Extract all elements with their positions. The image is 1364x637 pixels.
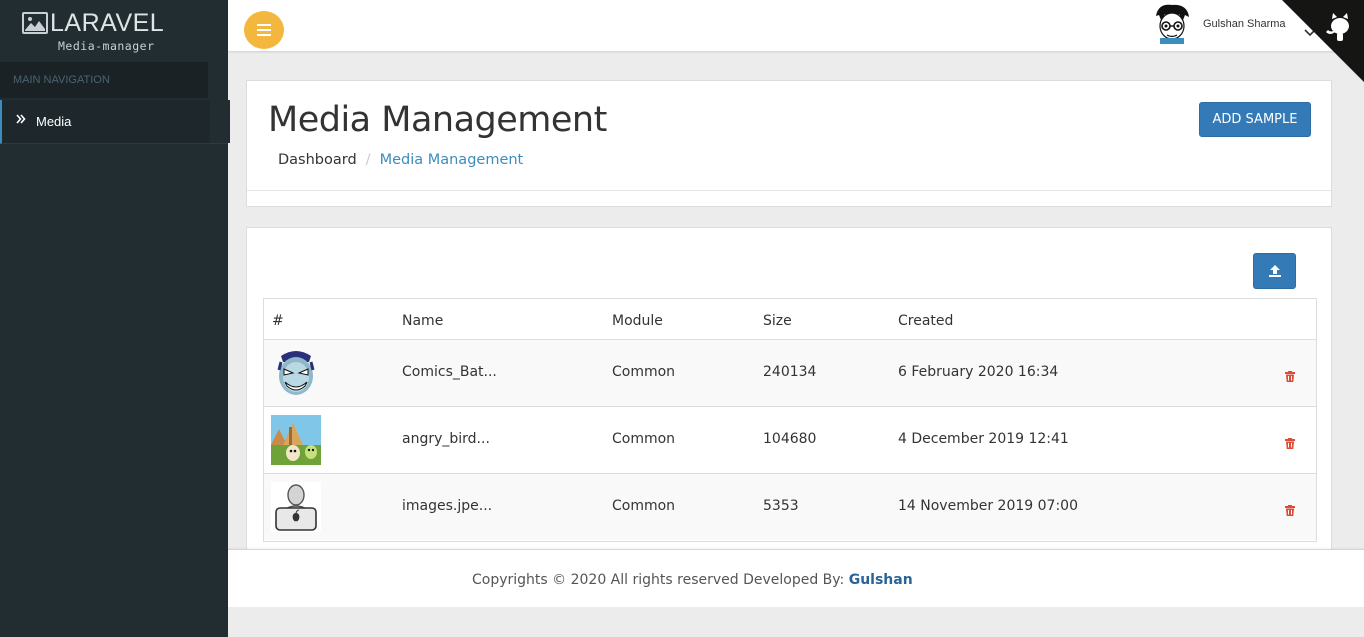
delete-icon[interactable] — [1285, 367, 1295, 386]
footer-author-link[interactable]: Gulshan — [849, 572, 913, 588]
upload-icon — [1269, 265, 1281, 277]
user-name[interactable]: Gulshan Sharma — [1203, 18, 1286, 30]
media-module: Common — [612, 498, 676, 514]
sidebar-toggle-button[interactable] — [244, 11, 284, 49]
column-header-index: # — [272, 313, 284, 329]
nav-header: MAIN NAVIGATION — [0, 62, 208, 98]
delete-icon[interactable] — [1285, 501, 1295, 520]
media-created: 4 December 2019 12:41 — [898, 431, 1069, 447]
brand-subtitle: Media-manager — [58, 39, 155, 53]
hamburger-icon — [257, 34, 271, 36]
media-name: Comics_Bat... — [402, 364, 497, 380]
footer-text: Copyrights © 2020 All rights reserved De… — [472, 572, 913, 588]
panel-divider — [247, 190, 1331, 191]
breadcrumb-separator: / — [365, 152, 371, 168]
comic-face-thumbnail[interactable] — [271, 348, 321, 398]
upload-button[interactable] — [1253, 253, 1296, 289]
brand-title: LARAVEL — [50, 9, 165, 37]
media-created: 14 November 2019 07:00 — [898, 498, 1078, 514]
sidebar-item-media[interactable]: Media — [0, 100, 230, 144]
top-navbar: Gulshan Sharma — [228, 0, 1364, 82]
media-size: 240134 — [763, 364, 817, 380]
page-header-panel: Media Management Dashboard / Media Managem… — [246, 80, 1332, 207]
delete-icon[interactable] — [1285, 434, 1295, 453]
media-name: images.jpe... — [402, 498, 493, 514]
hamburger-icon — [257, 24, 271, 26]
breadcrumb: Dashboard / Media Management — [278, 152, 523, 168]
column-header-created[interactable]: Created — [898, 313, 953, 329]
hamburger-icon — [257, 29, 271, 31]
add-sample-button[interactable]: ADD SAMPLE — [1199, 102, 1311, 137]
github-corner-icon[interactable] — [1282, 0, 1364, 82]
media-module: Common — [612, 431, 676, 447]
media-module: Common — [612, 364, 676, 380]
breadcrumb-current[interactable]: Media Management — [380, 152, 524, 168]
sidebar: LARAVEL Media-manager MAIN NAVIGATION Me… — [0, 0, 230, 637]
laptop-user-thumbnail[interactable] — [271, 482, 321, 532]
media-size: 104680 — [763, 431, 817, 447]
table-row[interactable]: images.jpe... Common 5353 14 November 20… — [264, 473, 1316, 540]
column-header-name[interactable]: Name — [402, 313, 443, 329]
column-header-size[interactable]: Size — [763, 313, 792, 329]
table-row[interactable]: angry_bird... Common 104680 4 December 2… — [264, 406, 1316, 473]
media-table: # Name Module Size Created Comics_Bat...… — [263, 298, 1317, 542]
media-panel: # Name Module Size Created Comics_Bat...… — [246, 227, 1332, 557]
media-created: 6 February 2020 16:34 — [898, 364, 1059, 380]
table-row[interactable]: Comics_Bat... Common 240134 6 February 2… — [264, 339, 1316, 406]
media-size: 5353 — [763, 498, 799, 514]
footer: Copyrights © 2020 All rights reserved De… — [228, 549, 1364, 607]
page-title: Media Management — [268, 100, 607, 140]
double-chevron-right-icon — [16, 113, 26, 128]
sidebar-item-label: Media — [36, 114, 72, 129]
column-header-module[interactable]: Module — [612, 313, 663, 329]
brand-logo[interactable]: LARAVEL Media-manager — [0, 0, 228, 62]
media-name: angry_bird... — [402, 431, 490, 447]
nav-item-gap — [210, 100, 230, 143]
copyright-text: Copyrights © 2020 All rights reserved De… — [472, 572, 849, 588]
image-icon — [22, 12, 48, 34]
avatar[interactable] — [1152, 4, 1192, 44]
angry-birds-thumbnail[interactable] — [271, 415, 321, 465]
breadcrumb-dashboard[interactable]: Dashboard — [278, 152, 357, 168]
